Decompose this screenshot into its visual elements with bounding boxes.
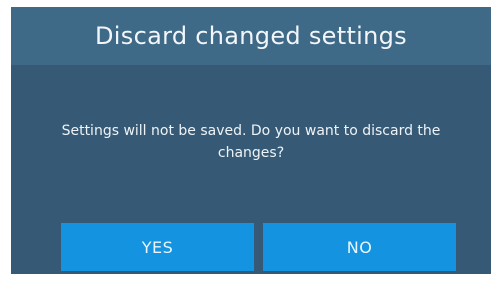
dialog-title: Discard changed settings — [95, 22, 407, 50]
dialog-title-bar: Discard changed settings — [11, 7, 491, 65]
yes-button[interactable]: YES — [61, 223, 254, 271]
discard-settings-dialog: Discard changed settings Settings will n… — [11, 7, 491, 274]
no-button[interactable]: NO — [263, 223, 456, 271]
dialog-message: Settings will not be saved. Do you want … — [61, 123, 441, 161]
